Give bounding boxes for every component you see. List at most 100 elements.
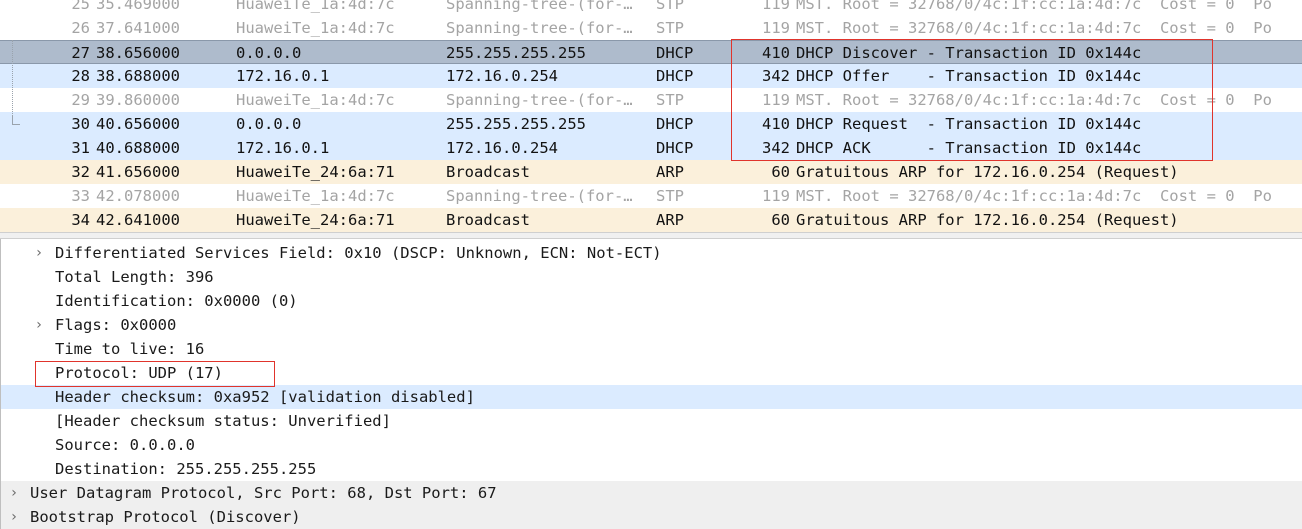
packet-number: 26 xyxy=(71,19,90,37)
conversation-tree-end xyxy=(12,116,20,125)
packet-time: 40.688000 xyxy=(96,139,180,157)
packet-info: DHCP Discover - Transaction ID 0x144c xyxy=(796,44,1142,62)
packet-info: MST. Root = 32768/0/4c:1f:cc:1a:4d:7c Co… xyxy=(796,91,1272,109)
packet-source: 0.0.0.0 xyxy=(236,115,302,133)
packet-number: 32 xyxy=(71,163,90,181)
detail-tree-field[interactable]: › Flags: 0x0000 xyxy=(1,313,1302,337)
detail-tree-field[interactable]: Identification: 0x0000 (0) xyxy=(1,289,1302,313)
detail-field-text: [Header checksum status: Unverified] xyxy=(55,412,391,430)
detail-tree-field[interactable]: Source: 0.0.0.0 xyxy=(1,433,1302,457)
packet-time: 40.656000 xyxy=(96,115,180,133)
detail-field-text: Flags: 0x0000 xyxy=(55,316,177,334)
packet-info: DHCP Offer - Transaction ID 0x144c xyxy=(796,67,1142,85)
packet-time: 41.656000 xyxy=(96,163,180,181)
detail-tree-field[interactable]: Protocol: UDP (17) xyxy=(1,361,1302,385)
packet-info: MST. Root = 32768/0/4c:1f:cc:1a:4d:7c Co… xyxy=(796,19,1272,37)
packet-destination: Broadcast xyxy=(446,211,530,229)
packet-source: 0.0.0.0 xyxy=(236,44,302,62)
detail-field-text: Bootstrap Protocol (Discover) xyxy=(30,508,301,526)
packet-number: 27 xyxy=(71,44,90,62)
detail-field-text: Header checksum: 0xa952 [validation disa… xyxy=(55,388,475,406)
packet-time: 39.860000 xyxy=(96,91,180,109)
detail-tree-section[interactable]: › Bootstrap Protocol (Discover) xyxy=(1,505,1302,529)
packet-number: 28 xyxy=(71,67,90,85)
detail-tree-section[interactable]: › User Datagram Protocol, Src Port: 68, D… xyxy=(1,481,1302,505)
detail-tree-field[interactable]: › Differentiated Services Field: 0x10 (DS… xyxy=(1,241,1302,265)
packet-time: 42.078000 xyxy=(96,187,180,205)
packet-number: 29 xyxy=(71,91,90,109)
detail-tree-field[interactable]: Header checksum: 0xa952 [validation disa… xyxy=(1,385,1302,409)
packet-destination: Spanning-tree-(for-… xyxy=(446,91,633,109)
packet-number: 34 xyxy=(71,211,90,229)
detail-tree-field[interactable]: Total Length: 396 xyxy=(1,265,1302,289)
packet-source: HuaweiTe_1a:4d:7c xyxy=(236,91,395,109)
packet-destination: 255.255.255.255 xyxy=(446,115,586,133)
chevron-right-icon[interactable]: › xyxy=(32,241,46,265)
packet-row[interactable]: 32 41.656000 HuaweiTe_24:6a:71 Broadcast ARP… xyxy=(0,160,1302,184)
packet-info: MST. Root = 32768/0/4c:1f:cc:1a:4d:7c Co… xyxy=(796,0,1272,13)
packet-info: Gratuitous ARP for 172.16.0.254 (Request… xyxy=(796,163,1179,181)
detail-field-text: Protocol: UDP (17) xyxy=(55,364,223,382)
detail-field-text: Time to live: 16 xyxy=(55,340,205,358)
packet-length: 119 xyxy=(762,19,790,37)
packet-time: 35.469000 xyxy=(96,0,180,13)
chevron-right-icon[interactable]: › xyxy=(7,481,21,505)
packet-source: HuaweiTe_24:6a:71 xyxy=(236,211,395,229)
packet-info: DHCP ACK - Transaction ID 0x144c xyxy=(796,139,1142,157)
packet-source: HuaweiTe_1a:4d:7c xyxy=(236,187,395,205)
packet-row[interactable]: 33 42.078000 HuaweiTe_1a:4d:7c Spanning-tre… xyxy=(0,184,1302,208)
packet-time: 42.641000 xyxy=(96,211,180,229)
detail-tree-field[interactable]: Destination: 255.255.255.255 xyxy=(1,457,1302,481)
conversation-tree-line xyxy=(12,40,13,116)
packet-source: HuaweiTe_1a:4d:7c xyxy=(236,0,395,13)
packet-length: 342 xyxy=(762,67,790,85)
packet-row[interactable]: 28 38.688000 172.16.0.1 172.16.0.254 DHCP 342… xyxy=(0,64,1302,88)
chevron-right-icon[interactable]: › xyxy=(7,505,21,529)
packet-number: 30 xyxy=(71,115,90,133)
detail-tree-field[interactable]: Time to live: 16 xyxy=(1,337,1302,361)
packet-row[interactable]: 34 42.641000 HuaweiTe_24:6a:71 Broadcast ARP… xyxy=(0,208,1302,232)
detail-field-text: Source: 0.0.0.0 xyxy=(55,436,195,454)
detail-field-text: Total Length: 396 xyxy=(55,268,214,286)
packet-destination: Broadcast xyxy=(446,163,530,181)
packet-row[interactable]: 30 40.656000 0.0.0.0 255.255.255.255 DHCP 410… xyxy=(0,112,1302,136)
packet-length: 119 xyxy=(762,91,790,109)
packet-row-selected[interactable]: 27 38.656000 0.0.0.0 255.255.255.255 DHCP 410… xyxy=(0,40,1302,64)
packet-time: 38.656000 xyxy=(96,44,180,62)
packet-length: 60 xyxy=(771,163,790,181)
packet-number: 33 xyxy=(71,187,90,205)
packet-source: HuaweiTe_1a:4d:7c xyxy=(236,19,395,37)
detail-field-text: Destination: 255.255.255.255 xyxy=(55,460,317,478)
packet-number: 31 xyxy=(71,139,90,157)
packet-number: 25 xyxy=(71,0,90,13)
packet-row[interactable]: 26 37.641000 HuaweiTe_1a:4d:7c Spanning-tre… xyxy=(0,16,1302,40)
packet-destination: 172.16.0.254 xyxy=(446,139,558,157)
packet-row[interactable]: 29 39.860000 HuaweiTe_1a:4d:7c Spanning-tre… xyxy=(0,88,1302,112)
packet-source: 172.16.0.1 xyxy=(236,139,330,157)
packet-length: 119 xyxy=(762,187,790,205)
packet-source: HuaweiTe_24:6a:71 xyxy=(236,163,395,181)
packet-info: Gratuitous ARP for 172.16.0.254 (Request… xyxy=(796,211,1179,229)
packet-row[interactable]: 31 40.688000 172.16.0.1 172.16.0.254 DHCP 342… xyxy=(0,136,1302,160)
packet-destination: Spanning-tree-(for-… xyxy=(446,19,633,37)
detail-tree-field[interactable]: [Header checksum status: Unverified] xyxy=(1,409,1302,433)
packet-destination: Spanning-tree-(for-… xyxy=(446,187,633,205)
detail-field-text: User Datagram Protocol, Src Port: 68, Ds… xyxy=(30,484,497,502)
packet-details: › Differentiated Services Field: 0x10 (DS… xyxy=(0,239,1302,529)
packet-time: 38.688000 xyxy=(96,67,180,85)
packet-length: 119 xyxy=(762,0,790,13)
packet-info: MST. Root = 32768/0/4c:1f:cc:1a:4d:7c Co… xyxy=(796,187,1272,205)
packet-destination: Spanning-tree-(for-… xyxy=(446,0,633,13)
packet-destination: 255.255.255.255 xyxy=(446,44,586,62)
packet-length: 60 xyxy=(771,211,790,229)
packet-length: 410 xyxy=(762,44,790,62)
packet-destination: 172.16.0.254 xyxy=(446,67,558,85)
chevron-right-icon[interactable]: › xyxy=(32,313,46,337)
pane-splitter[interactable] xyxy=(0,232,1302,239)
packet-length: 342 xyxy=(762,139,790,157)
packet-source: 172.16.0.1 xyxy=(236,67,330,85)
detail-field-text: Identification: 0x0000 (0) xyxy=(55,292,298,310)
packet-info: DHCP Request - Transaction ID 0x144c xyxy=(796,115,1142,133)
packet-row[interactable]: 25 35.469000 HuaweiTe_1a:4d:7c Spanning-tre… xyxy=(0,0,1302,16)
detail-field-text: Differentiated Services Field: 0x10 (DSC… xyxy=(55,244,662,262)
